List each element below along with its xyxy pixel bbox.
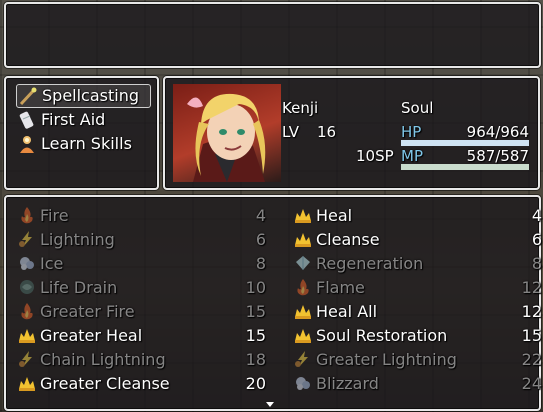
skill-item[interactable]: Flame 12 — [292, 275, 542, 299]
category-label: First Aid — [41, 110, 106, 129]
heal-icon — [292, 324, 314, 346]
hp-value: 964/964 — [466, 123, 529, 141]
skill-item[interactable]: Heal All 12 — [292, 299, 542, 323]
skill-item[interactable]: Lightning 6 — [16, 227, 266, 251]
mp-value: 587/587 — [466, 147, 529, 165]
bandage-icon — [16, 109, 38, 131]
skill-item[interactable]: Blizzard 24 — [292, 371, 542, 395]
skill-cost: 15 — [245, 301, 266, 321]
skill-name: Heal — [316, 205, 353, 225]
actor-portrait — [173, 84, 281, 182]
help-window — [4, 2, 541, 68]
skill-item[interactable]: Greater Heal 15 — [16, 323, 266, 347]
skill-name: Flame — [316, 277, 365, 297]
drain-icon — [16, 276, 38, 298]
skill-name: Blizzard — [316, 373, 379, 393]
hp-label: HP — [401, 123, 422, 141]
category-label: Learn Skills — [41, 134, 132, 153]
skill-item[interactable]: Cleanse 6 — [292, 227, 542, 251]
skill-name: Greater Lightning — [316, 349, 457, 369]
figure-icon — [16, 133, 38, 155]
skill-cost: 4 — [531, 205, 542, 225]
skill-item[interactable]: Soul Restoration 15 — [292, 323, 542, 347]
fire-icon — [292, 276, 314, 298]
skill-cost: 12 — [521, 301, 542, 321]
skill-name: Fire — [40, 205, 69, 225]
category-first-aid[interactable]: First Aid — [16, 108, 151, 132]
skill-name: Greater Heal — [40, 325, 143, 345]
actor-sp: 10SP — [356, 147, 394, 165]
category-learn-skills[interactable]: Learn Skills — [16, 132, 151, 156]
wand-icon — [17, 85, 39, 107]
skill-cost: 15 — [245, 325, 266, 345]
skill-name: Ice — [40, 253, 64, 273]
heal-icon — [292, 228, 314, 250]
skill-cost: 18 — [245, 349, 266, 369]
heal-icon — [292, 300, 314, 322]
skill-item[interactable]: Greater Cleanse 20 — [16, 371, 266, 395]
ice-icon — [16, 252, 38, 274]
skill-name: Greater Cleanse — [40, 373, 170, 393]
skill-item[interactable]: Heal 4 — [292, 203, 542, 227]
skill-cost: 20 — [245, 373, 266, 393]
ice-icon — [292, 372, 314, 394]
skill-name: Soul Restoration — [316, 325, 448, 345]
skill-cost: 15 — [521, 325, 542, 345]
skill-item[interactable]: Fire 4 — [16, 203, 266, 227]
heal-icon — [16, 372, 38, 394]
actor-class: Soul — [401, 99, 434, 117]
skill-name: Lightning — [40, 229, 115, 249]
mp-label: MP — [401, 147, 423, 165]
category-spellcasting[interactable]: Spellcasting — [16, 84, 151, 108]
level-label: LV — [282, 123, 299, 141]
skill-cost: 8 — [255, 253, 266, 273]
skill-type-window: Spellcasting First Aid Learn Skills — [4, 76, 159, 190]
skill-name: Greater Fire — [40, 301, 135, 321]
heal-icon — [292, 204, 314, 226]
skill-cost: 12 — [521, 277, 542, 297]
skill-name: Regeneration — [316, 253, 424, 273]
skill-cost: 6 — [531, 229, 542, 249]
regen-icon — [292, 252, 314, 274]
category-label: Spellcasting — [42, 86, 139, 105]
fire-icon — [16, 300, 38, 322]
skill-cost: 6 — [255, 229, 266, 249]
lightning-icon — [292, 348, 314, 370]
skill-cost: 4 — [255, 205, 266, 225]
lightning-icon — [16, 348, 38, 370]
skill-item[interactable]: Greater Lightning 22 — [292, 347, 542, 371]
skill-item[interactable]: Regeneration 8 — [292, 251, 542, 275]
skill-item[interactable]: Chain Lightning 18 — [16, 347, 266, 371]
skill-name: Heal All — [316, 301, 378, 321]
skill-item[interactable]: Life Drain 10 — [16, 275, 266, 299]
actor-level: 16 — [317, 123, 337, 141]
skill-cost: 8 — [531, 253, 542, 273]
lightning-icon — [16, 228, 38, 250]
actor-name: Kenji — [282, 99, 319, 117]
skill-list-window: Fire 4 Heal 4 Lightning 6 Cleanse 6 Ice 8 Regenera… — [4, 195, 542, 411]
skill-cost: 24 — [521, 373, 542, 393]
skill-item[interactable]: Greater Fire 15 — [16, 299, 266, 323]
skill-cost: 10 — [245, 277, 266, 297]
skill-cost: 22 — [521, 349, 542, 369]
actor-status-window: Kenji Soul LV 16 10SP HP 964/964 MP 587/… — [163, 76, 540, 190]
fire-icon — [16, 204, 38, 226]
scroll-down-arrow-icon[interactable] — [266, 402, 274, 407]
skill-name: Cleanse — [316, 229, 380, 249]
heal-icon — [16, 324, 38, 346]
skill-name: Life Drain — [40, 277, 118, 297]
skill-name: Chain Lightning — [40, 349, 166, 369]
skill-item[interactable]: Ice 8 — [16, 251, 266, 275]
